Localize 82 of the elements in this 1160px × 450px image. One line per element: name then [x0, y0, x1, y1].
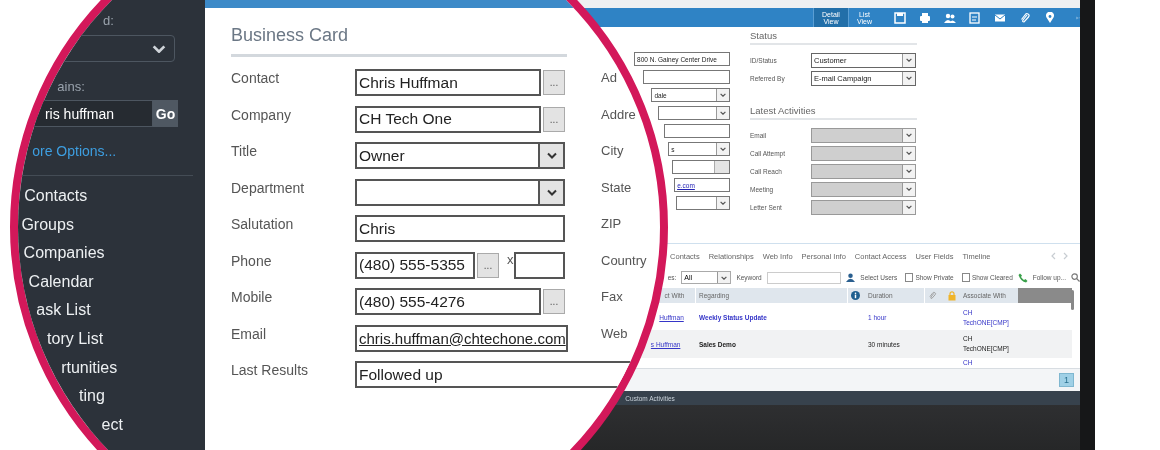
section-heading: Status	[750, 30, 917, 45]
chevron-down-icon	[721, 275, 728, 280]
dropdown[interactable]	[355, 178, 565, 206]
field-label: Department	[231, 178, 306, 196]
input-field[interactable]	[671, 160, 730, 174]
chevron-down-icon	[720, 93, 726, 97]
dropdown[interactable]: Owner	[355, 142, 565, 169]
sidebar-item[interactable]: ect	[101, 410, 123, 440]
chevron-down-icon	[906, 76, 912, 80]
field-label: Phone	[231, 251, 273, 269]
sidebar-item[interactable]: Contacts	[24, 182, 88, 211]
lock-icon	[948, 290, 956, 301]
field-label: Salutation	[231, 215, 295, 232]
chevron-down-icon	[906, 205, 912, 209]
paperclip-icon	[928, 291, 937, 300]
header-block	[1018, 288, 1072, 303]
sidebar-item[interactable]: Companies	[23, 239, 105, 268]
printer-icon[interactable]	[918, 11, 931, 24]
chevron-down-icon	[906, 133, 912, 137]
chevron-down-icon	[546, 152, 557, 159]
document-icon[interactable]	[968, 11, 981, 24]
text-field[interactable]: CH Tech One	[355, 105, 541, 133]
info-icon	[851, 291, 860, 300]
scrollbar[interactable]	[1071, 290, 1074, 310]
sidebar-item[interactable]: ting	[79, 382, 105, 411]
text-field[interactable]: Chris Huffman	[355, 69, 541, 96]
map-pin-icon[interactable]	[1043, 11, 1056, 24]
save-icon[interactable]	[893, 11, 906, 24]
user-icon[interactable]	[846, 273, 856, 282]
field-label: State	[601, 178, 632, 195]
text-field[interactable]: Chris	[355, 215, 565, 242]
more-options-link[interactable]: ore Options...	[32, 143, 117, 159]
lookup-button[interactable]: ...	[543, 289, 565, 314]
field-label: Country	[601, 251, 647, 268]
email-field[interactable]: chris.huffman@chtechone.com	[355, 324, 568, 352]
chevron-down-icon	[152, 44, 166, 53]
field-label: Email	[231, 324, 267, 342]
sidebar-item[interactable]: ask List	[36, 296, 91, 325]
input-field[interactable]	[663, 124, 730, 138]
people-icon[interactable]	[943, 11, 956, 24]
chevron-down-icon	[906, 169, 912, 173]
field-label: ZIP	[601, 215, 622, 231]
sidebar-item[interactable]: rtunities	[61, 353, 118, 383]
search-icon[interactable]	[1071, 273, 1080, 282]
lookup-button[interactable]: ...	[543, 106, 565, 132]
field-label: d:	[103, 13, 114, 28]
dropdown[interactable]	[675, 196, 730, 210]
keyword-field[interactable]	[766, 271, 842, 284]
phone-icon[interactable]	[1017, 272, 1028, 283]
chevron-down-icon	[906, 187, 912, 191]
field-label: Ad	[601, 69, 617, 85]
field-label: Contact	[231, 69, 281, 86]
chevron-down-icon	[720, 111, 726, 115]
checkbox[interactable]	[961, 273, 970, 282]
chevron-down-icon	[546, 188, 557, 196]
sidebar-item[interactable]: Groups	[21, 210, 74, 240]
field-label: Fax	[601, 288, 623, 304]
field-label: Addre	[601, 105, 636, 122]
lookup-button[interactable]: ...	[543, 70, 565, 95]
chevron-down-icon	[720, 147, 726, 151]
field-label: Web	[601, 324, 628, 341]
text-field[interactable]: (480) 555-4276	[355, 288, 541, 315]
field-label: ains:	[57, 79, 85, 94]
chevron-down-icon	[720, 201, 726, 205]
lookup-button[interactable]: ...	[477, 252, 499, 278]
go-button[interactable]: Go	[153, 100, 178, 127]
field-label: City	[601, 142, 624, 158]
checkbox[interactable]	[905, 273, 914, 282]
field-label: Company	[231, 105, 292, 123]
text-field[interactable]: (480) 555-5355	[355, 251, 475, 279]
field-label: Title	[231, 142, 258, 159]
sidebar-item[interactable]: Calendar	[28, 267, 94, 297]
sidebar-item[interactable]: tory List	[47, 324, 104, 354]
field-label: Last Results	[231, 361, 310, 378]
extension-field[interactable]	[514, 251, 565, 279]
extension-label: x	[507, 251, 514, 267]
section-title: Business Card	[231, 25, 350, 47]
field-label: Mobile	[231, 288, 274, 305]
chevron-down-icon	[906, 58, 912, 62]
chevron-down-icon	[906, 151, 912, 155]
paperclip-icon[interactable]	[1018, 11, 1031, 24]
section-heading: Latest Activities	[750, 105, 917, 120]
